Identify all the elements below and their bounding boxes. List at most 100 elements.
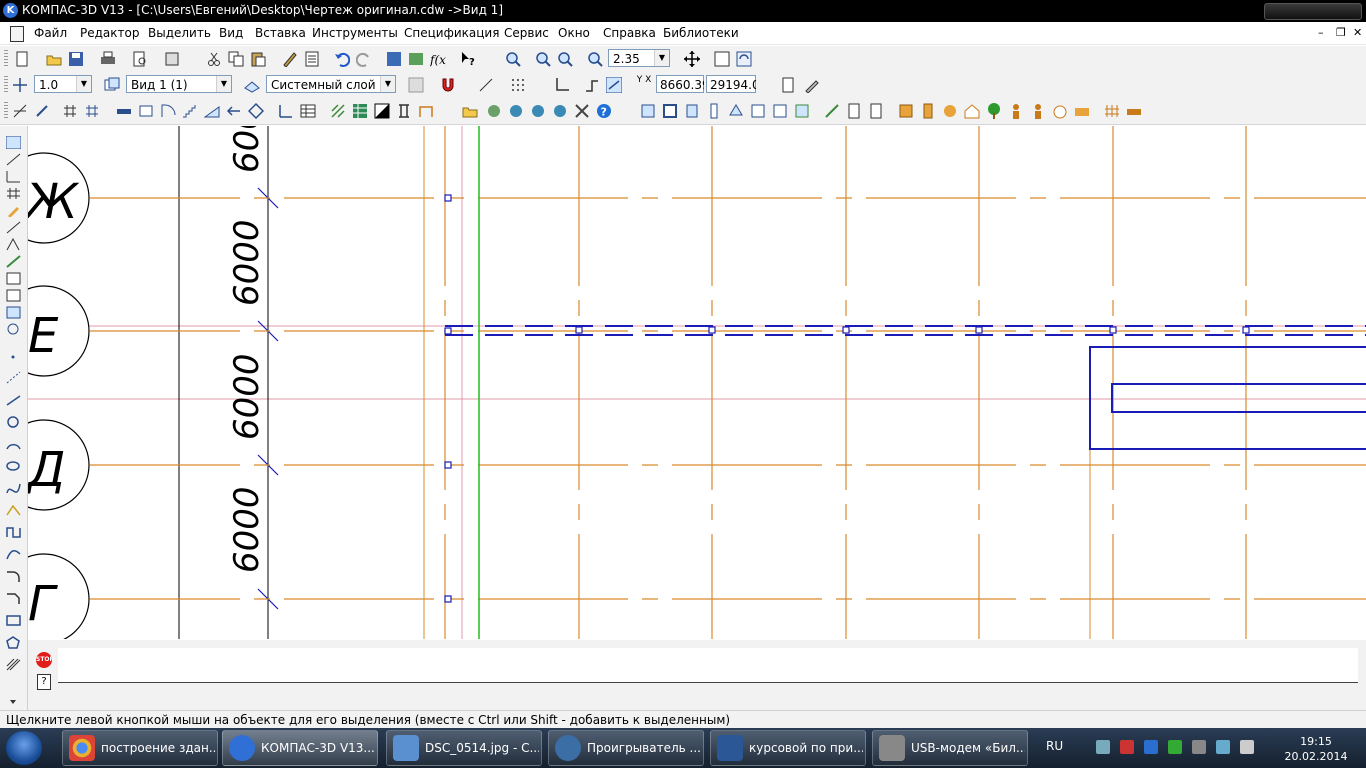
mdi-close-icon[interactable]: ✕ [1353, 26, 1362, 39]
chevron-down-icon[interactable]: ▼ [380, 76, 395, 92]
report-icon[interactable] [846, 103, 862, 119]
furniture-icon[interactable] [898, 103, 914, 119]
dimensions-icon[interactable] [6, 170, 21, 183]
person-2-icon[interactable] [1030, 103, 1046, 119]
stairs-icon[interactable] [182, 103, 198, 119]
sofa-icon[interactable] [1074, 103, 1090, 119]
spec-icon[interactable] [6, 255, 21, 268]
snap-magnet-icon[interactable] [440, 77, 456, 93]
menu-tools[interactable]: Инструменты [312, 26, 398, 40]
print-preview-icon[interactable] [132, 51, 148, 67]
cursor-step-combo[interactable]: 1.0 ▼ [34, 75, 92, 93]
toolbar-grip[interactable] [4, 102, 8, 120]
flag-tray-icon[interactable] [1192, 740, 1206, 754]
taskbar-item-modem[interactable]: USB-модем «Бил... [872, 730, 1028, 766]
start-button[interactable] [6, 731, 42, 765]
object-icon-3[interactable] [684, 103, 700, 119]
insert-panel-icon[interactable] [6, 289, 21, 302]
table-icon[interactable] [300, 103, 316, 119]
format-brush-icon[interactable] [282, 51, 298, 67]
object-icon-8[interactable] [794, 103, 810, 119]
object-icon-9[interactable] [824, 103, 840, 119]
grid-tool-icon[interactable] [6, 187, 21, 200]
panel-scroll-down-icon[interactable] [6, 696, 21, 709]
print-icon[interactable] [100, 51, 116, 67]
nvidia-tray-icon[interactable] [1168, 740, 1182, 754]
chevron-down-icon[interactable]: ▼ [654, 50, 669, 66]
menu-service[interactable]: Сервис [504, 26, 549, 40]
edit-tool-icon[interactable] [804, 77, 820, 93]
ellipse-icon[interactable] [6, 460, 21, 473]
parametric-mode-icon[interactable] [606, 77, 622, 93]
axis-tool-icon[interactable] [12, 103, 28, 119]
context-help-icon[interactable]: ? [460, 51, 476, 67]
menu-file[interactable]: Файл [34, 26, 67, 40]
local-coordinates-icon[interactable] [554, 77, 570, 93]
properties-icon[interactable] [164, 51, 180, 67]
toolbar-grip[interactable] [4, 50, 8, 68]
menu-libraries[interactable]: Библиотеки [663, 26, 739, 40]
stop-icon[interactable]: STOP [36, 652, 54, 668]
object-icon-2[interactable] [662, 103, 678, 119]
orthogonal-icon[interactable] [478, 77, 494, 93]
polygon-icon[interactable] [6, 636, 21, 649]
tree-icon[interactable] [986, 103, 1002, 119]
object-icon-4[interactable] [706, 103, 722, 119]
cut-icon[interactable] [206, 51, 222, 67]
copy-icon[interactable] [228, 51, 244, 67]
taskbar-item-chrome[interactable]: построение здан... [62, 730, 218, 766]
axis-rotate-icon[interactable] [34, 103, 50, 119]
aux-line-icon[interactable] [6, 371, 21, 384]
layer-state-icon[interactable] [244, 77, 260, 93]
taskbar-item-word[interactable]: курсовой по при... [710, 730, 866, 766]
menu-editor[interactable]: Редактор [80, 26, 139, 40]
zoom-combo[interactable]: 2.35 ▼ [608, 49, 670, 67]
document-menu-icon[interactable] [10, 26, 24, 42]
language-indicator[interactable]: RU [1046, 739, 1063, 753]
segment-icon[interactable] [6, 394, 21, 407]
taskbar-item-kompas[interactable]: КОМПАС-3D V13... [222, 730, 378, 766]
function-icon[interactable]: f(x) [430, 51, 446, 67]
display-tray-icon[interactable] [1216, 740, 1230, 754]
chevron-down-icon[interactable]: ▼ [216, 76, 231, 92]
column-icon[interactable] [396, 103, 412, 119]
menu-help[interactable]: Справка [603, 26, 656, 40]
mdi-restore-icon[interactable]: ❐ [1336, 26, 1346, 39]
fill-icon[interactable] [374, 103, 390, 119]
grid-icon[interactable] [510, 77, 526, 93]
object-icon-5[interactable] [728, 103, 744, 119]
attribute-icon[interactable] [640, 103, 656, 119]
view-panel-icon[interactable] [6, 323, 21, 336]
grid-axes-2-icon[interactable] [84, 103, 100, 119]
beam-icon[interactable] [418, 103, 434, 119]
layer-combo[interactable]: Системный слой (0) ▼ [266, 75, 396, 93]
menu-specification[interactable]: Спецификация [404, 26, 499, 40]
show-all-icon[interactable] [714, 51, 730, 67]
window-controls[interactable] [1264, 3, 1362, 20]
bezier-icon[interactable] [6, 548, 21, 561]
measure-icon[interactable] [6, 238, 21, 251]
bluetooth-tray-icon[interactable] [1144, 740, 1158, 754]
coord-x-field[interactable]: 8660.39 [656, 75, 704, 93]
refresh-icon[interactable] [736, 51, 752, 67]
door-icon[interactable] [160, 103, 176, 119]
window-icon[interactable] [138, 103, 154, 119]
manager-icon[interactable] [386, 51, 402, 67]
circle-icon[interactable] [6, 416, 21, 429]
toolbar-grip[interactable] [4, 76, 8, 94]
chevron-down-icon[interactable]: ▼ [76, 76, 91, 92]
person-icon[interactable] [1008, 103, 1024, 119]
view-combo[interactable]: Вид 1 (1) ▼ [126, 75, 232, 93]
opening-icon[interactable] [226, 103, 242, 119]
auto-line-icon[interactable] [6, 504, 21, 517]
param-icon[interactable] [6, 221, 21, 234]
arc-icon[interactable] [6, 438, 21, 451]
fillet-icon[interactable] [6, 570, 21, 583]
library-apps-icon[interactable] [486, 103, 502, 119]
zoom-scale-icon[interactable] [587, 51, 603, 67]
tools-icon[interactable] [574, 103, 590, 119]
help-icon[interactable]: ? [37, 674, 51, 690]
shrub-icon[interactable] [1052, 103, 1068, 119]
point-icon[interactable] [6, 351, 21, 364]
fence-icon[interactable] [1104, 103, 1120, 119]
